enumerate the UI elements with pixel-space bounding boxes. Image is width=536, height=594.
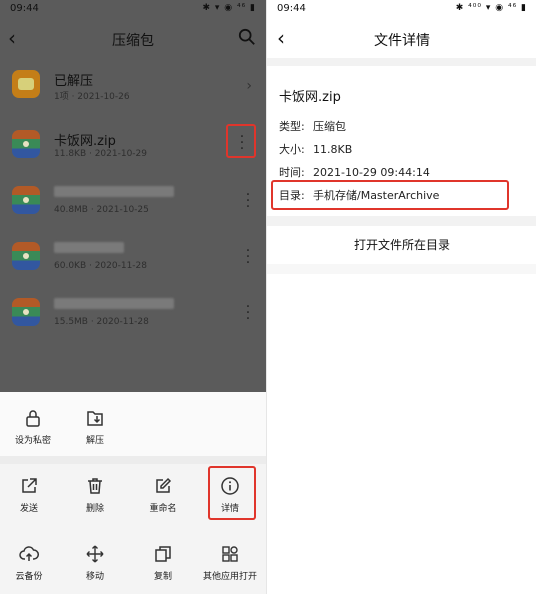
file-name: 卡饭网.zip (279, 90, 341, 105)
item-meta: 15.5MB · 2020-11-28 (54, 317, 149, 327)
type-label: 类型: (279, 120, 305, 133)
status-icons: ✱ ⁴⁰⁰ ▾ ◉ ⁴⁶ ▮ (455, 3, 527, 13)
highlight-box (271, 180, 509, 210)
send-label: 发送 (19, 504, 38, 514)
status-bar: 09:44 ✱ ⁴⁰⁰ ▾ ◉ ⁴⁶ ▮ (267, 0, 536, 18)
item-meta: 11.8KB · 2021-10-29 (54, 149, 148, 159)
app-header: ‹ 压缩包 (0, 22, 266, 56)
apps-icon (222, 546, 238, 562)
search-icon[interactable] (238, 28, 256, 46)
lock-icon (26, 410, 40, 427)
item-name-blurred (54, 298, 174, 313)
extract-button[interactable]: 解压 (62, 408, 128, 446)
divider (267, 264, 536, 274)
move-icon (86, 545, 104, 563)
item-name-blurred (54, 186, 174, 201)
zip-file-icon (12, 298, 40, 326)
type-value: 压缩包 (313, 120, 346, 133)
detail-type: 类型: 压缩包 (279, 118, 346, 134)
status-time: 09:44 (10, 3, 39, 14)
open-with-button[interactable]: 其他应用打开 (197, 544, 263, 582)
zip-file-icon (12, 130, 40, 158)
cloud-upload-icon (19, 546, 39, 561)
time-value: 2021-10-29 09:44:14 (313, 166, 430, 179)
item-name-blurred (54, 242, 124, 257)
blurred-text (54, 186, 174, 197)
move-label: 移动 (85, 572, 104, 582)
blurred-text (54, 242, 124, 253)
delete-button[interactable]: 删除 (62, 476, 128, 514)
trash-icon (88, 478, 102, 494)
detail-time: 时间: 2021-10-29 09:44:14 (279, 164, 430, 180)
list-item[interactable]: 15.5MB · 2020-11-28 · · · (0, 288, 266, 346)
item-name: 已解压 (54, 74, 94, 89)
status-time: 09:44 (277, 3, 306, 14)
blurred-text (54, 298, 174, 309)
edit-icon (156, 477, 172, 493)
rename-button[interactable]: 重命名 (130, 476, 196, 514)
more-options-icon[interactable]: · · · (242, 300, 254, 326)
page-title: 文件详情 (374, 33, 430, 49)
more-options-icon[interactable]: · · · (242, 188, 254, 214)
cloud-backup-button[interactable]: 云备份 (0, 544, 62, 582)
set-private-button[interactable]: 设为私密 (0, 408, 66, 446)
file-details-screen: 09:44 ✱ ⁴⁰⁰ ▾ ◉ ⁴⁶ ▮ ‹ 文件详情 卡饭网.zip 类型: 压… (266, 0, 536, 594)
zip-file-icon (12, 186, 40, 214)
send-button[interactable]: 发送 (0, 476, 62, 514)
set-private-label: 设为私密 (14, 436, 51, 446)
more-options-icon[interactable]: · · · (242, 244, 254, 270)
status-icons: ✱ ▾ ◉ ⁴⁶ ▮ (202, 3, 256, 13)
divider (267, 58, 536, 66)
zip-file-icon (12, 242, 40, 270)
item-meta: 40.8MB · 2021-10-25 (54, 205, 149, 215)
item-meta: 60.0KB · 2020-11-28 (54, 261, 148, 271)
list-item[interactable]: 60.0KB · 2020-11-28 · · · (0, 232, 266, 290)
extract-icon (87, 411, 103, 426)
size-value: 11.8KB (313, 143, 353, 156)
page-title: 压缩包 (112, 33, 154, 49)
delete-label: 删除 (85, 504, 104, 514)
item-meta: 1项 · 2021-10-26 (54, 92, 130, 102)
list-item[interactable]: 已解压 1项 · 2021-10-26 › (0, 60, 266, 118)
chevron-right-icon: › (246, 78, 252, 94)
divider (267, 216, 536, 226)
status-bar: 09:44 ✱ ▾ ◉ ⁴⁶ ▮ (0, 0, 266, 18)
copy-icon (155, 546, 171, 562)
folder-icon (12, 70, 40, 98)
list-item[interactable]: 卡饭网.zip 11.8KB · 2021-10-29 · · · (0, 120, 266, 178)
app-header: ‹ 文件详情 (267, 22, 536, 56)
move-button[interactable]: 移动 (62, 544, 128, 582)
share-icon (22, 478, 37, 493)
cloud-backup-label: 云备份 (15, 572, 43, 582)
highlight-box (208, 466, 256, 520)
open-with-label: 其他应用打开 (202, 572, 257, 582)
time-label: 时间: (279, 166, 305, 179)
copy-button[interactable]: 复制 (130, 544, 196, 582)
more-options-icon[interactable]: · · · (236, 130, 248, 156)
divider (0, 456, 266, 464)
rename-label: 重命名 (149, 504, 177, 514)
size-label: 大小: (279, 143, 305, 156)
detail-size: 大小: 11.8KB (279, 141, 352, 157)
extract-label: 解压 (85, 436, 104, 446)
open-directory-button[interactable]: 打开文件所在目录 (267, 230, 536, 260)
copy-label: 复制 (153, 572, 172, 582)
list-item[interactable]: 40.8MB · 2021-10-25 · · · (0, 176, 266, 234)
item-name: 卡饭网.zip (54, 134, 116, 149)
